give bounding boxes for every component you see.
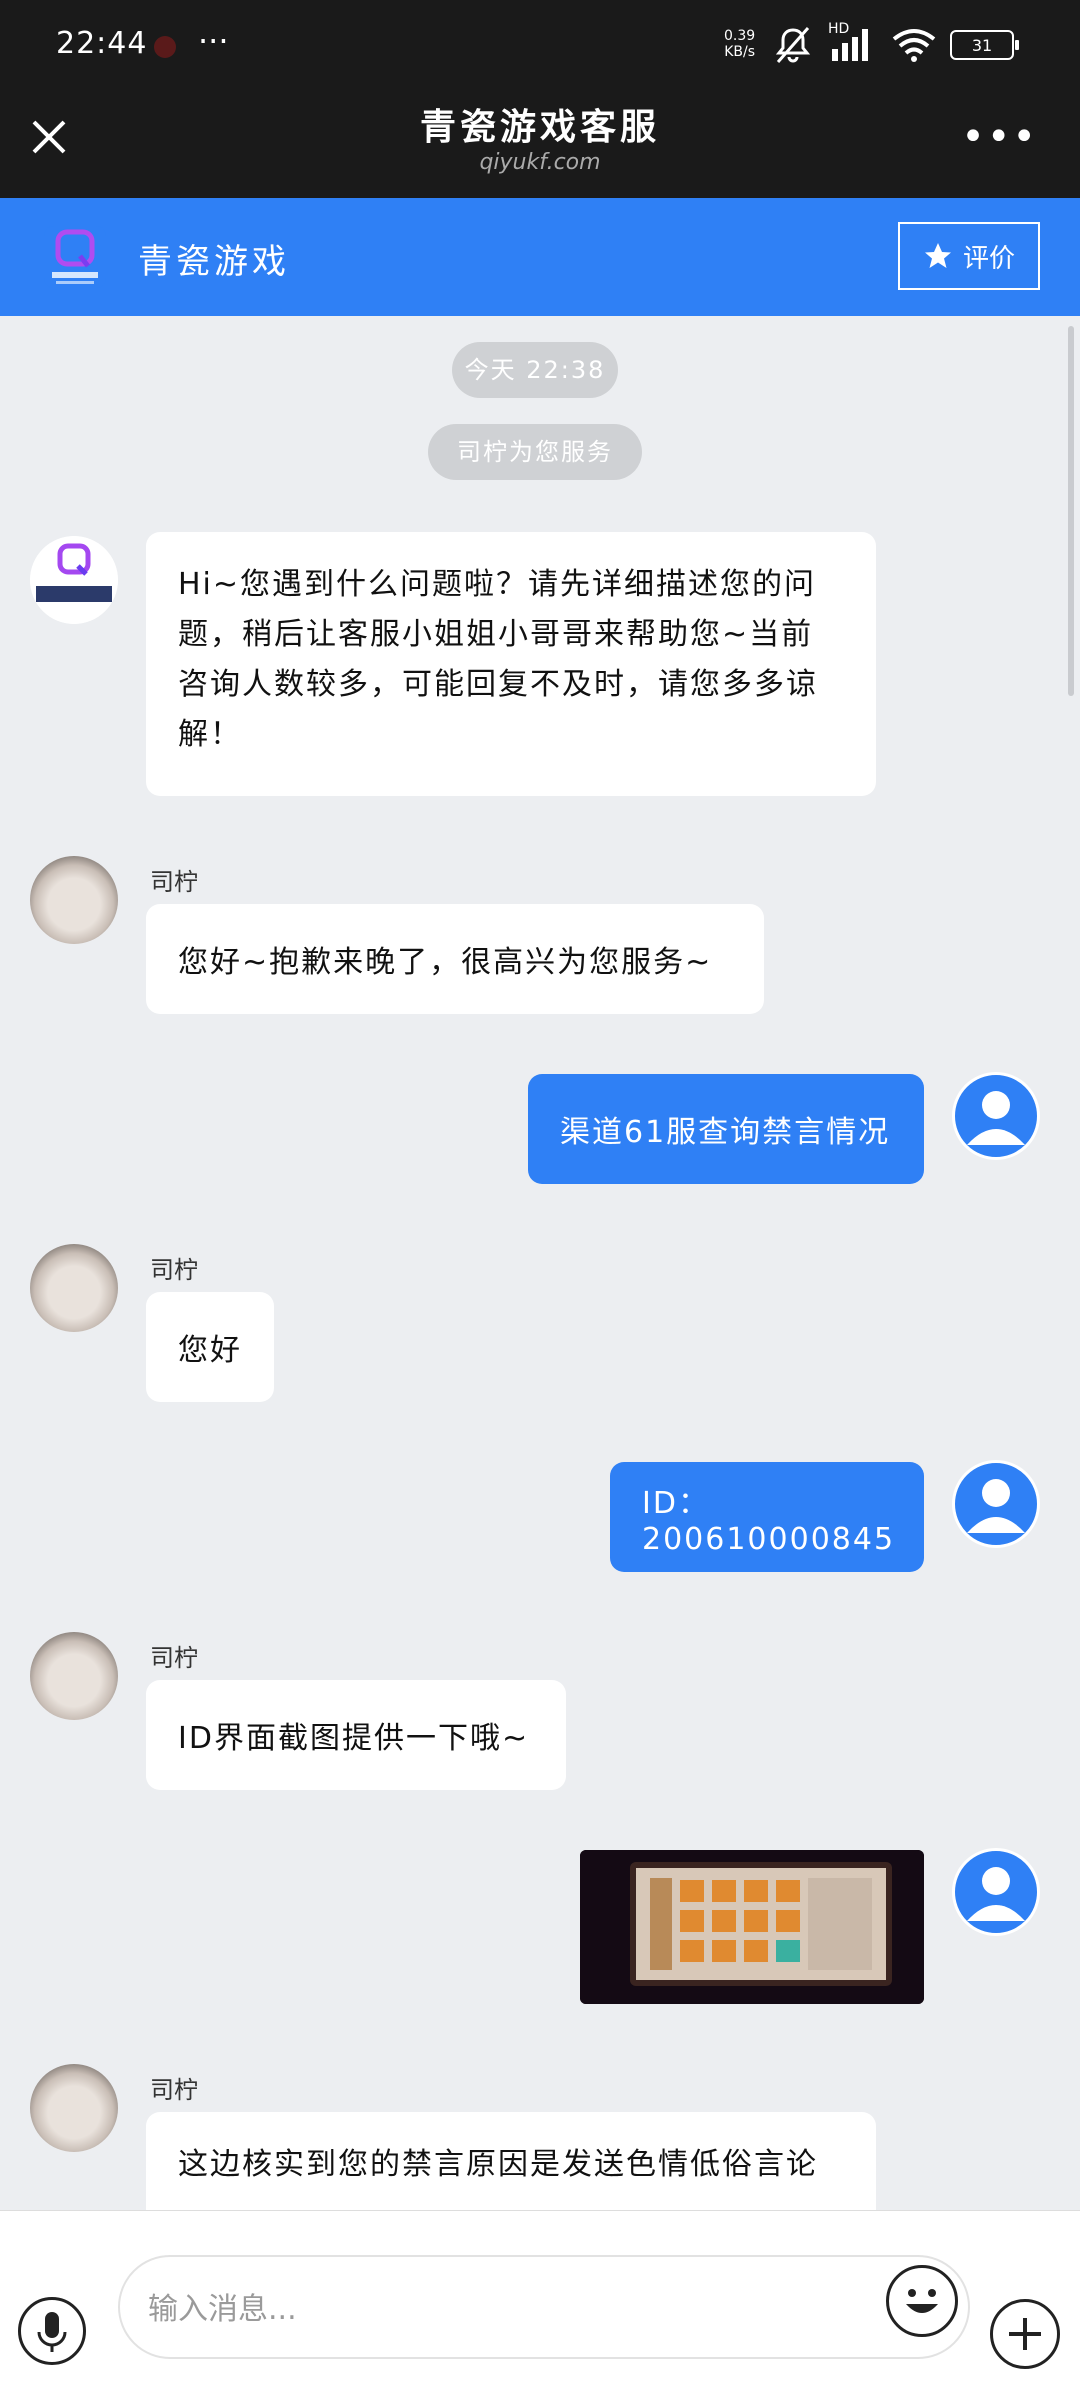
message-bubble: 这边核实到您的禁言原因是发送色情低俗言论 — [146, 2112, 876, 2210]
rate-button[interactable]: 评价 — [898, 222, 1040, 290]
message-input-container[interactable] — [118, 2255, 970, 2359]
voice-input-button[interactable] — [18, 2297, 86, 2365]
star-icon — [924, 243, 951, 268]
service-avatar — [30, 536, 118, 624]
brand-logo — [44, 226, 106, 288]
status-more-dots: ··· — [198, 22, 229, 60]
user-avatar — [952, 1072, 1040, 1160]
agent-avatar — [30, 1632, 118, 1720]
agent-name: 司柠 — [150, 2076, 198, 2104]
agent-name: 司柠 — [150, 868, 198, 896]
chat-area[interactable]: 今天 22:38 司柠为您服务 Hi~您遇到什么问题啦？请先详细描述您的问题，稍… — [0, 316, 1080, 2210]
network-speed-unit: KB/s — [724, 44, 755, 60]
page-subtitle: qiyukf.com — [479, 150, 601, 175]
mute-icon — [775, 27, 811, 63]
agent-name: 司柠 — [150, 1256, 198, 1284]
agent-avatar — [30, 1244, 118, 1332]
status-time: 22:44 — [56, 26, 148, 61]
service-notice: 司柠为您服务 — [428, 424, 642, 480]
message-bubble: 您好 — [146, 1292, 274, 1402]
message-bubble: 您好~抱歉来晚了，很高兴为您服务~ — [146, 904, 764, 1014]
plus-icon — [1009, 2318, 1041, 2350]
status-bar: 22:44 ··· 0.39 KB/s HD 31 — [0, 0, 1080, 96]
user-image-message[interactable] — [580, 1850, 924, 2004]
agent-name: 司柠 — [150, 1644, 198, 1672]
emoji-icon — [906, 2289, 938, 2313]
user-message-bubble: ID：200610000845 — [610, 1462, 924, 1572]
scrollbar[interactable] — [1068, 326, 1074, 696]
message-bubble: Hi~您遇到什么问题啦？请先详细描述您的问题，稍后让客服小姐姐小哥哥来帮助您~当… — [146, 532, 876, 796]
user-message-bubble: 渠道61服查询禁言情况 — [528, 1074, 924, 1184]
agent-avatar — [30, 2064, 118, 2152]
rate-label: 评价 — [962, 243, 1015, 274]
input-bar — [0, 2210, 1080, 2401]
timestamp-badge: 今天 22:38 — [452, 342, 618, 398]
wifi-icon — [892, 29, 936, 62]
emoji-button[interactable] — [886, 2265, 958, 2337]
network-speed-value: 0.39 — [724, 28, 756, 44]
more-options-button[interactable]: ••• — [961, 114, 1038, 160]
signal-icon: HD — [828, 21, 878, 65]
battery-level: 31 — [971, 35, 993, 55]
battery-icon: 31 — [950, 30, 1019, 60]
user-avatar — [952, 1460, 1040, 1548]
page-title: 青瓷游戏客服 — [419, 107, 660, 148]
network-speed: 0.39 KB/s — [724, 28, 755, 60]
message-bubble: ID界面截图提供一下哦~ — [146, 1680, 566, 1790]
brand-name: 青瓷游戏 — [138, 242, 290, 282]
agent-avatar — [30, 856, 118, 944]
recording-indicator-icon — [154, 36, 176, 58]
brand-header: 青瓷游戏 评价 — [0, 198, 1080, 316]
microphone-icon — [37, 2312, 67, 2352]
message-input[interactable] — [146, 2283, 790, 2335]
title-bar: 青瓷游戏客服 qiyukf.com ••• — [0, 96, 1080, 198]
user-avatar — [952, 1848, 1040, 1936]
status-icons: HD 31 — [772, 21, 1019, 66]
add-attachment-button[interactable] — [990, 2299, 1060, 2369]
